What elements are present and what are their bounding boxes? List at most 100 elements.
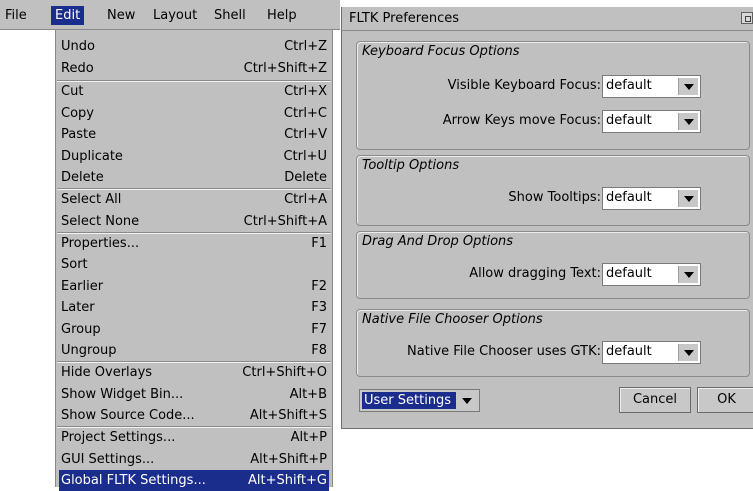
choice-value: default xyxy=(606,344,652,359)
menu-item-shortcut: F1 xyxy=(311,236,327,251)
menu-item-shortcut: Alt+Shift+G xyxy=(247,473,327,488)
native-file-chooser-group: Native File Chooser Options Native File … xyxy=(356,309,750,377)
menu-item-label: Project Settings... xyxy=(61,430,176,445)
chevron-down-icon xyxy=(678,78,698,95)
menu-item-label: Delete xyxy=(61,170,104,185)
menu-item-shortcut: Alt+B xyxy=(289,387,327,402)
menu-item-show-source-code[interactable]: Show Source Code... Alt+Shift+S xyxy=(59,405,329,426)
menu-new[interactable]: New xyxy=(103,6,139,25)
menu-item-label: Show Source Code... xyxy=(61,408,195,423)
menu-item-label: Properties... xyxy=(61,236,140,251)
menu-item-cut[interactable]: Cut Ctrl+X xyxy=(59,81,329,102)
group-title: Tooltip Options xyxy=(362,158,460,173)
menu-item-copy[interactable]: Copy Ctrl+C xyxy=(59,103,329,124)
menu-item-hide-overlays[interactable]: Hide Overlays Ctrl+Shift+O xyxy=(59,362,329,383)
ok-button[interactable]: OK xyxy=(697,387,753,413)
menu-item-shortcut: Ctrl+C xyxy=(283,106,327,121)
drag-and-drop-group: Drag And Drop Options Allow dragging Tex… xyxy=(356,231,750,299)
menu-item-global-fltk-settings[interactable]: Global FLTK Settings... Alt+Shift+G xyxy=(59,470,329,491)
menu-item-delete[interactable]: Delete Delete xyxy=(59,167,329,188)
menu-item-shortcut: Ctrl+Shift+O xyxy=(242,365,327,380)
menu-item-select-all[interactable]: Select All Ctrl+A xyxy=(59,189,329,210)
menu-item-shortcut: Ctrl+Shift+A xyxy=(243,214,327,229)
arrow-keys-label: Arrow Keys move Focus: xyxy=(442,113,601,128)
menu-item-label: Cut xyxy=(61,84,84,99)
tooltip-options-group: Tooltip Options Show Tooltips: default xyxy=(356,155,750,226)
menu-item-label: Redo xyxy=(61,61,94,76)
menu-item-label: Copy xyxy=(61,106,94,121)
menu-item-properties[interactable]: Properties... F1 xyxy=(59,233,329,254)
menu-item-label: Duplicate xyxy=(61,149,123,164)
menu-item-shortcut: Alt+Shift+P xyxy=(250,452,327,467)
chevron-down-icon xyxy=(678,113,698,130)
menu-shell[interactable]: Shell xyxy=(210,6,250,25)
menu-item-label: Select None xyxy=(61,214,140,229)
menu-item-label: Show Widget Bin... xyxy=(61,387,184,402)
menu-item-later[interactable]: Later F3 xyxy=(59,297,329,318)
chevron-down-icon xyxy=(678,266,698,283)
show-tooltips-label: Show Tooltips: xyxy=(508,190,601,205)
group-title: Drag And Drop Options xyxy=(362,234,514,249)
window-titlebar[interactable]: FLTK Preferences xyxy=(342,7,753,31)
window-close-icon[interactable] xyxy=(741,12,753,24)
menu-item-shortcut: Ctrl+Shift+Z xyxy=(243,61,327,76)
menu-item-label: Earlier xyxy=(61,279,104,294)
menu-item-paste[interactable]: Paste Ctrl+V xyxy=(59,124,329,145)
menu-item-earlier[interactable]: Earlier F2 xyxy=(59,276,329,297)
menu-item-shortcut: Alt+Shift+S xyxy=(249,408,327,423)
menu-item-label: Hide Overlays xyxy=(61,365,153,380)
menu-help[interactable]: Help xyxy=(263,6,301,25)
choice-value: default xyxy=(606,113,652,128)
menu-layout[interactable]: Layout xyxy=(149,6,201,25)
group-title: Native File Chooser Options xyxy=(362,312,543,327)
choice-value: User Settings xyxy=(362,392,456,409)
menu-item-gui-settings[interactable]: GUI Settings... Alt+Shift+P xyxy=(59,449,329,470)
menu-item-group[interactable]: Group F7 xyxy=(59,319,329,340)
menu-item-shortcut: F8 xyxy=(311,343,327,358)
menu-item-label: Global FLTK Settings... xyxy=(61,473,206,488)
cancel-button[interactable]: Cancel xyxy=(619,387,691,413)
menu-item-label: GUI Settings... xyxy=(61,452,155,467)
menu-item-shortcut: F3 xyxy=(311,300,327,315)
menu-item-shortcut: Ctrl+U xyxy=(283,149,327,164)
visible-focus-label: Visible Keyboard Focus: xyxy=(447,78,601,93)
show-tooltips-choice[interactable]: default xyxy=(602,187,701,210)
keyboard-focus-group: Keyboard Focus Options Visible Keyboard … xyxy=(356,41,750,150)
menu-item-label: Sort xyxy=(61,257,88,272)
menu-item-label: Select All xyxy=(61,192,122,207)
window-title: FLTK Preferences xyxy=(349,11,459,26)
menu-bar: File Edit New Layout Shell Help xyxy=(0,0,340,30)
menu-file[interactable]: File xyxy=(1,6,31,25)
menu-item-sort[interactable]: Sort xyxy=(59,254,329,275)
menu-item-shortcut: Ctrl+X xyxy=(284,84,327,99)
menu-item-shortcut: F2 xyxy=(311,279,327,294)
arrow-keys-choice[interactable]: default xyxy=(602,110,701,133)
fltk-preferences-window: FLTK Preferences Keyboard Focus Options … xyxy=(341,7,753,429)
menu-item-show-widget-bin[interactable]: Show Widget Bin... Alt+B xyxy=(59,384,329,405)
menu-item-redo[interactable]: Redo Ctrl+Shift+Z xyxy=(59,58,329,79)
group-title: Keyboard Focus Options xyxy=(362,44,520,59)
menu-item-select-none[interactable]: Select None Ctrl+Shift+A xyxy=(59,211,329,232)
native-chooser-gtk-choice[interactable]: default xyxy=(602,341,701,364)
menu-item-label: Later xyxy=(61,300,95,315)
visible-focus-choice[interactable]: default xyxy=(602,75,701,98)
menu-item-shortcut: Ctrl+Z xyxy=(284,39,327,54)
choice-value: default xyxy=(606,190,652,205)
menu-item-ungroup[interactable]: Ungroup F8 xyxy=(59,340,329,361)
allow-dragging-choice[interactable]: default xyxy=(602,263,701,286)
menu-item-shortcut: Ctrl+A xyxy=(284,192,327,207)
menu-item-shortcut: F7 xyxy=(311,322,327,337)
menu-item-shortcut: Ctrl+V xyxy=(284,127,327,142)
menu-item-duplicate[interactable]: Duplicate Ctrl+U xyxy=(59,146,329,167)
menu-item-label: Undo xyxy=(61,39,95,54)
chevron-down-icon xyxy=(678,190,698,207)
menu-item-label: Paste xyxy=(61,127,97,142)
menu-item-label: Group xyxy=(61,322,101,337)
menu-item-undo[interactable]: Undo Ctrl+Z xyxy=(59,36,329,57)
choice-value: default xyxy=(606,78,652,93)
menu-item-label: Ungroup xyxy=(61,343,117,358)
chevron-down-icon xyxy=(457,392,477,409)
settings-scope-choice[interactable]: User Settings xyxy=(359,389,480,412)
menu-item-project-settings[interactable]: Project Settings... Alt+P xyxy=(59,427,329,448)
menu-edit[interactable]: Edit xyxy=(51,6,85,25)
